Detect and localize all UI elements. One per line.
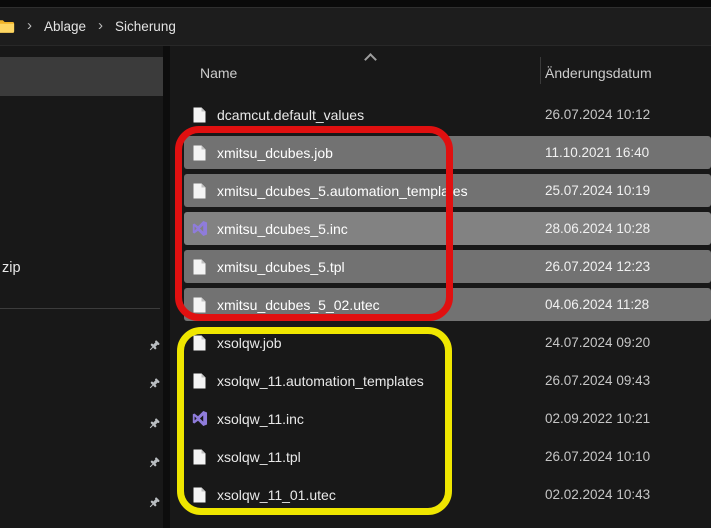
file-name: xsolqw_11_01.utec	[217, 487, 336, 503]
document-icon	[191, 449, 208, 465]
file-date: 26.07.2024 10:12	[545, 107, 650, 122]
file-date: 26.07.2024 09:43	[545, 373, 650, 388]
file-list: dcamcut.default_values 26.07.2024 10:12 …	[170, 98, 711, 511]
file-name: xmitsu_dcubes_5_02.utec	[217, 297, 380, 313]
pin-icon	[147, 456, 161, 470]
visual-studio-icon	[191, 410, 208, 427]
file-date: 26.07.2024 10:10	[545, 449, 650, 464]
sidebar-item-label-truncated[interactable]: zip	[2, 260, 21, 276]
file-list-pane: Name Änderungsdatum dcamcut.default_valu…	[170, 46, 711, 528]
window-top-strip	[0, 0, 711, 8]
file-name: xsolqw_11.tpl	[217, 449, 301, 465]
chevron-right-icon: ›	[27, 18, 32, 33]
file-date: 11.10.2021 16:40	[545, 145, 649, 160]
pane-divider	[163, 46, 170, 528]
sidebar-selected-item[interactable]	[0, 57, 163, 96]
file-date: 02.09.2022 10:21	[545, 411, 650, 426]
file-row[interactable]: xmitsu_dcubes.job 11.10.2021 16:40	[184, 136, 711, 169]
column-header-name[interactable]: Name	[200, 65, 237, 81]
document-icon	[191, 335, 208, 351]
file-row[interactable]: xsolqw_11.inc 02.09.2022 10:21	[184, 402, 711, 435]
sidebar-divider	[0, 308, 160, 309]
file-row[interactable]: xsolqw_11.automation_templates 26.07.202…	[184, 364, 711, 397]
breadcrumb-item-ablage[interactable]: Ablage	[44, 19, 86, 34]
file-date: 04.06.2024 11:28	[545, 297, 649, 312]
column-header-modified[interactable]: Änderungsdatum	[545, 65, 652, 81]
file-row[interactable]: xsolqw_11.tpl 26.07.2024 10:10	[184, 440, 711, 473]
chevron-right-icon: ›	[98, 18, 103, 33]
file-row[interactable]: xmitsu_dcubes_5.automation_templates 25.…	[184, 174, 711, 207]
document-icon	[191, 107, 208, 123]
pin-icon	[147, 417, 161, 431]
file-name: xsolqw_11.inc	[217, 411, 304, 427]
breadcrumb: › Ablage › Sicherung	[0, 8, 711, 46]
document-icon	[191, 183, 208, 199]
file-name: xmitsu_dcubes_5.inc	[217, 221, 348, 237]
document-icon	[191, 297, 208, 313]
pin-icon	[147, 339, 161, 353]
visual-studio-icon	[191, 220, 208, 237]
column-header-row: Name Änderungsdatum	[170, 46, 711, 98]
file-date: 24.07.2024 09:20	[545, 335, 650, 350]
file-row[interactable]: xmitsu_dcubes_5.tpl 26.07.2024 12:23	[184, 250, 711, 283]
file-name: xsolqw_11.automation_templates	[217, 373, 424, 389]
document-icon	[191, 373, 208, 389]
file-name: xmitsu_dcubes.job	[217, 145, 333, 161]
file-row[interactable]: xsolqw.job 24.07.2024 09:20	[184, 326, 711, 359]
file-date: 25.07.2024 10:19	[545, 183, 650, 198]
file-date: 28.06.2024 10:28	[545, 221, 650, 236]
file-row[interactable]: dcamcut.default_values 26.07.2024 10:12	[184, 98, 711, 131]
document-icon	[191, 259, 208, 275]
file-name: xsolqw.job	[217, 335, 282, 351]
explorer-body: zip	[0, 46, 711, 528]
file-date: 02.02.2024 10:43	[545, 487, 650, 502]
file-name: xmitsu_dcubes_5.tpl	[217, 259, 345, 275]
file-row[interactable]: xsolqw_11_01.utec 02.02.2024 10:43	[184, 478, 711, 511]
file-name: dcamcut.default_values	[217, 107, 364, 123]
document-icon	[191, 487, 208, 503]
pin-icon	[147, 496, 161, 510]
folder-icon	[0, 19, 15, 34]
sort-ascending-icon	[364, 53, 377, 66]
file-row[interactable]: xmitsu_dcubes_5_02.utec 04.06.2024 11:28	[184, 288, 711, 321]
file-name: xmitsu_dcubes_5.automation_templates	[217, 183, 468, 199]
file-date: 26.07.2024 12:23	[545, 259, 650, 274]
column-divider[interactable]	[540, 57, 541, 84]
breadcrumb-item-sicherung[interactable]: Sicherung	[115, 19, 176, 34]
navigation-pane: zip	[0, 46, 163, 528]
file-row[interactable]: xmitsu_dcubes_5.inc 28.06.2024 10:28	[184, 212, 711, 245]
pin-icon	[147, 377, 161, 391]
document-icon	[191, 145, 208, 161]
